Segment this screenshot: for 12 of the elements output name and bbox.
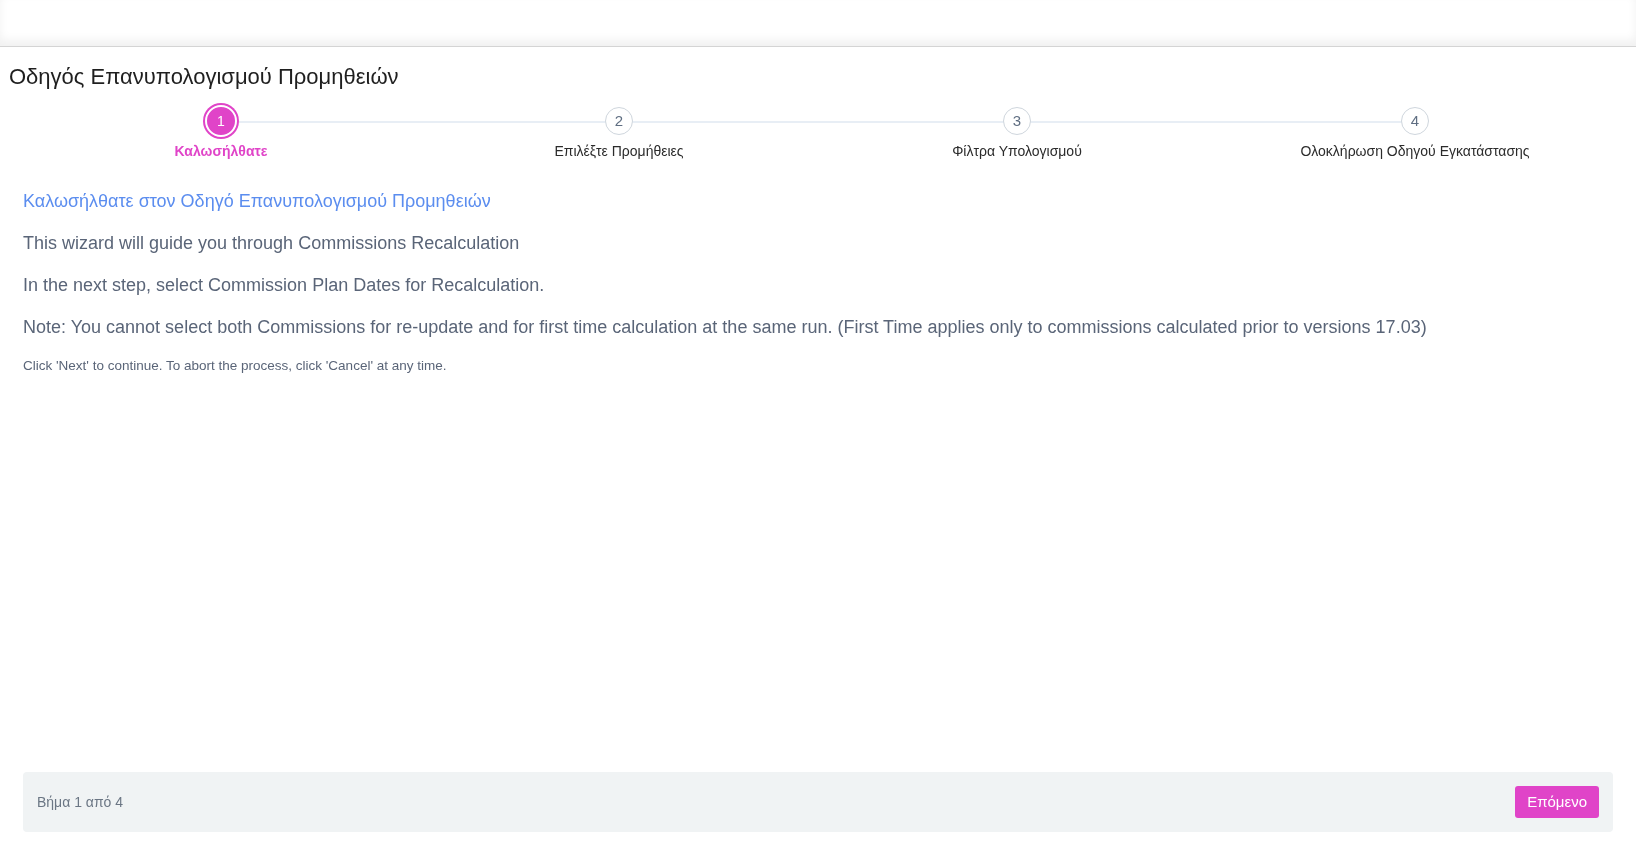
welcome-heading: Καλωσήλθατε στον Οδηγό Επανυπολογισμού Προμηθειών [23,190,492,213]
step-label: Επιλέξτε Προμήθειες [554,142,684,161]
step-label: Ολοκλήρωση Οδηγού Εγκατάστασης [1300,142,1530,161]
intro-paragraph: Note: You cannot select both Commissions for re-update and for first time calculation at the same run. (First Time applies only to commissions calculated prior to versions 17.03) [23,316,1428,339]
step-counter: Βήμα 1 από 4 [37,792,124,812]
intro-paragraph: This wizard will guide you through Commissions Recalculation [23,232,521,255]
intro-paragraph: In the next step, select Commission Plan Dates for Recalculation. [23,274,546,297]
next-button[interactable]: Επόμενο [1515,786,1599,818]
step-label: Καλωσήλθατε [174,142,268,161]
page-title: Οδηγός Επανυπολογισμού Προμηθειών [9,63,399,91]
step-label: Φίλτρα Υπολογισμού [952,142,1082,161]
hint-text: Click 'Next' to continue. To abort the process, click 'Cancel' at any time. [23,357,448,375]
